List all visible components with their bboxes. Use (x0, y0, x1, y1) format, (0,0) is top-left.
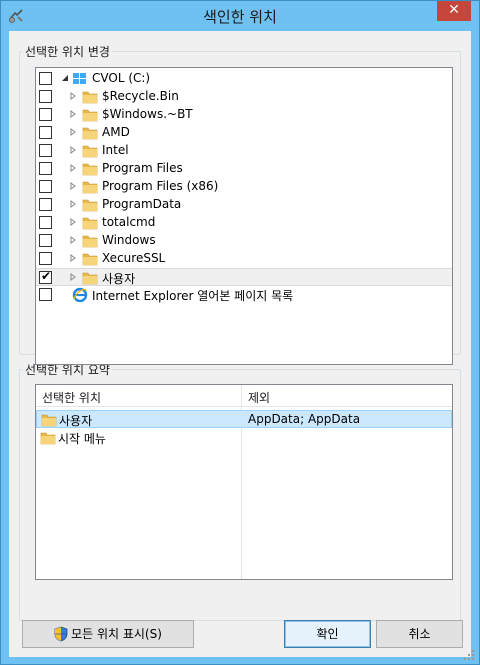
tree-item-label: 사용자 (102, 272, 136, 286)
tree-item-label: totalcmd (102, 215, 156, 229)
folder-icon (41, 414, 57, 427)
collapsed-triangle-icon[interactable] (68, 127, 78, 137)
summary-row[interactable]: 사용자 AppData; AppData (36, 410, 452, 428)
change-locations-legend: 선택한 위치 변경 (23, 43, 112, 60)
tree-item-checkbox[interactable] (39, 72, 52, 85)
tree-item[interactable]: Intel (36, 142, 452, 160)
summary-list-header: 선택한 위치 제외 (36, 385, 452, 407)
column-header-location[interactable]: 선택한 위치 (42, 389, 101, 406)
collapsed-triangle-icon[interactable] (68, 253, 78, 263)
summary-row[interactable]: 시작 메뉴 (36, 429, 452, 447)
show-all-label: 모든 위치 표시(S) (71, 627, 162, 641)
column-header-exclude[interactable]: 제외 (248, 389, 270, 406)
tree-item[interactable]: AMD (36, 124, 452, 142)
folder-icon (82, 181, 98, 194)
collapsed-triangle-icon[interactable] (68, 109, 78, 119)
tree-item-label: CVOL (C:) (92, 71, 151, 85)
tree-item-checkbox[interactable] (39, 252, 52, 265)
collapsed-triangle-icon[interactable] (68, 91, 78, 101)
summary-list[interactable]: 선택한 위치 제외 사용자 AppData; AppData 시작 메뉴 (35, 384, 453, 580)
uac-shield-icon (54, 626, 68, 641)
tree-item-checkbox[interactable] (39, 288, 52, 301)
summary-location: 시작 메뉴 (58, 432, 106, 446)
locations-tree[interactable]: CVOL (C:) $Recycle.Bin $Windows.~BT AMD Inte… (35, 67, 453, 365)
tree-item[interactable]: ✔ 사용자 (36, 268, 452, 286)
tree-item[interactable]: Internet Explorer 열어본 페이지 목록 (36, 286, 452, 304)
tree-item-label: ProgramData (102, 197, 182, 211)
collapsed-triangle-icon[interactable] (68, 181, 78, 191)
tree-item-checkbox[interactable] (39, 126, 52, 139)
collapsed-triangle-icon[interactable] (68, 163, 78, 173)
collapsed-triangle-icon[interactable] (68, 199, 78, 209)
tree-item[interactable]: Program Files (x86) (36, 178, 452, 196)
tree-item-checkbox[interactable] (39, 234, 52, 247)
summary-exclude: AppData; AppData (248, 412, 361, 426)
tree-item-checkbox[interactable] (39, 144, 52, 157)
tree-item-checkbox[interactable] (39, 216, 52, 229)
ok-button[interactable]: 확인 (284, 620, 371, 648)
tree-item-checkbox[interactable] (39, 162, 52, 175)
ie-icon (72, 287, 88, 302)
tree-item-label: $Windows.~BT (102, 107, 193, 121)
folder-icon (82, 163, 98, 176)
cancel-button[interactable]: 취소 (376, 620, 463, 648)
tree-item-label: AMD (102, 125, 130, 139)
show-all-locations-button[interactable]: 모든 위치 표시(S) (22, 620, 194, 648)
tree-item[interactable]: ProgramData (36, 196, 452, 214)
tree-item[interactable]: Program Files (36, 160, 452, 178)
tree-item-label: Windows (102, 233, 156, 247)
tree-item-label: Intel (102, 143, 129, 157)
window-title: 색인한 위치 (203, 8, 277, 26)
tree-item-checkbox[interactable] (39, 198, 52, 211)
tree-item-label: $Recycle.Bin (102, 89, 179, 103)
tree-item-checkbox[interactable] (39, 108, 52, 121)
collapsed-triangle-icon[interactable] (68, 145, 78, 155)
tree-item[interactable]: totalcmd (36, 214, 452, 232)
folder-icon (40, 432, 56, 445)
collapsed-triangle-icon[interactable] (68, 235, 78, 245)
folder-icon (82, 199, 98, 212)
folder-icon (82, 272, 98, 285)
folder-icon (82, 127, 98, 140)
tree-item[interactable]: $Windows.~BT (36, 106, 452, 124)
tree-item[interactable]: Windows (36, 232, 452, 250)
tree-item-label: Program Files (102, 161, 183, 175)
tree-item[interactable]: CVOL (C:) (36, 70, 452, 88)
tree-item-label: Internet Explorer 열어본 페이지 목록 (92, 289, 294, 303)
collapsed-triangle-icon[interactable] (68, 272, 78, 282)
folder-icon (82, 91, 98, 104)
folder-icon (82, 145, 98, 158)
tree-item[interactable]: XecureSSL (36, 250, 452, 268)
tree-item-checkbox[interactable] (39, 90, 52, 103)
indexed-locations-dialog: 색인한 위치 ✕ 선택한 위치 변경 선택한 위치 요약 모든 위치 표시(S)… (0, 0, 480, 665)
drive-icon (73, 73, 86, 84)
tree-item-label: Program Files (x86) (102, 179, 219, 193)
tree-item-checkbox[interactable] (39, 180, 52, 193)
folder-icon (82, 109, 98, 122)
tree-item-label: XecureSSL (102, 251, 166, 265)
summary-location: 사용자 (59, 414, 93, 428)
title-bar[interactable]: 색인한 위치 ✕ (1, 1, 479, 31)
collapsed-triangle-icon[interactable] (68, 217, 78, 227)
folder-icon (82, 253, 98, 266)
expanded-triangle-icon[interactable] (60, 73, 70, 83)
resize-grip-icon[interactable] (463, 649, 475, 661)
tree-item[interactable]: $Recycle.Bin (36, 88, 452, 106)
close-button[interactable]: ✕ (437, 1, 471, 21)
folder-icon (82, 235, 98, 248)
tree-item-checkbox[interactable]: ✔ (39, 269, 52, 284)
checkmark-icon: ✔ (41, 269, 52, 283)
folder-icon (82, 217, 98, 230)
